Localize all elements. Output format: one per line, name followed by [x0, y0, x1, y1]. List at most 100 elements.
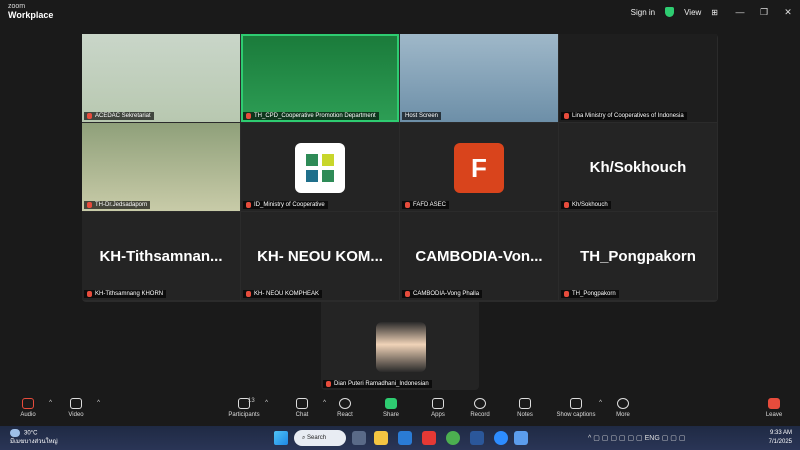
muted-mic-icon [87, 113, 92, 119]
notepad-icon[interactable] [514, 431, 528, 445]
muted-mic-icon [246, 113, 251, 119]
participant-tile[interactable]: Dian Puteri Ramadhani_Indonesian [321, 302, 479, 390]
participant-name-tag: ID_Ministry of Cooperative [243, 201, 328, 209]
participant-display-name: KH-Tithsamnan... [99, 248, 223, 265]
participant-tile[interactable]: Host Screen [400, 34, 558, 122]
meeting-stage: ACEDAC Sekretariat TH_CPD_Cooperative Pr… [0, 24, 800, 394]
participant-name-tag: TH-Dr.Jedsadaporn [84, 201, 151, 209]
apps-grid-icon [432, 398, 444, 409]
grid-icon[interactable]: ⊞ [711, 8, 718, 17]
notes-button[interactable]: Notes [503, 398, 547, 418]
audio-button[interactable]: Audio ^ [6, 398, 52, 418]
share-button[interactable]: Share [369, 398, 413, 418]
avatar-letter: F [454, 143, 504, 193]
participant-name-tag: TH_Pongpakorn [561, 290, 619, 298]
participant-display-name: CAMBODIA-Von... [415, 248, 543, 265]
chrome-icon[interactable] [446, 431, 460, 445]
zoom-app-icon[interactable] [494, 431, 508, 445]
participant-display-name: TH_Pongpakorn [580, 248, 696, 265]
participant-name-tag: KH-Tithsamnang KHORN [84, 290, 167, 298]
system-tray[interactable]: ^ ▢ ▢ ▢ ▢ ▢ ▢ ENG ▢ ▢ ▢ [588, 434, 685, 442]
participant-tile[interactable]: Lina Ministry of Cooperatives of Indones… [559, 34, 717, 122]
youtube-icon[interactable] [422, 431, 436, 445]
language-indicator[interactable]: ENG [645, 435, 660, 442]
word-icon[interactable] [470, 431, 484, 445]
close-icon[interactable]: ✕ [776, 7, 800, 18]
participant-name-tag: Lina Ministry of Cooperatives of Indones… [561, 112, 687, 120]
participant-photo [376, 322, 426, 372]
weather-cloud-icon [10, 429, 20, 437]
share-screen-icon [385, 398, 397, 409]
muted-mic-icon [405, 202, 410, 208]
more-dots-icon [617, 398, 629, 409]
participant-tile[interactable]: TH-Dr.Jedsadaporn [82, 123, 240, 211]
leave-button[interactable]: Leave [752, 398, 796, 418]
participant-tile-active-speaker[interactable]: TH_CPD_Cooperative Promotion Department [241, 34, 399, 122]
muted-microphone-icon [22, 398, 34, 409]
participant-name-tag: ACEDAC Sekretariat [84, 112, 154, 120]
restore-icon[interactable]: ❐ [752, 7, 776, 18]
participant-name-tag: FAFD ASEC [402, 201, 450, 209]
participant-tile[interactable]: F FAFD ASEC [400, 123, 558, 211]
muted-mic-icon [246, 202, 251, 208]
task-view-icon[interactable] [352, 431, 366, 445]
participant-name-tag: Host Screen [402, 112, 442, 120]
brand-line-2: Workplace [8, 10, 54, 20]
chevron-up-icon[interactable]: ^ [97, 400, 100, 406]
more-button[interactable]: More [601, 398, 645, 418]
chevron-up-icon[interactable]: ^ [265, 400, 268, 406]
participant-display-name: KH- NEOU KOM... [257, 248, 383, 265]
sign-in-button[interactable]: Sign in [631, 8, 655, 17]
taskbar-search[interactable]: ⌕ Search [294, 430, 346, 446]
organization-logo-icon [295, 143, 345, 193]
participant-tile[interactable]: TH_Pongpakorn TH_Pongpakorn [559, 212, 717, 300]
participant-tile[interactable]: ID_Ministry of Cooperative [241, 123, 399, 211]
participant-display-name: Kh/Sokhouch [589, 159, 687, 176]
start-button-icon[interactable] [274, 431, 288, 445]
muted-mic-icon [87, 202, 92, 208]
minimize-icon[interactable]: — [728, 7, 752, 17]
participants-button[interactable]: Participants 13 ^ [222, 398, 268, 418]
view-button[interactable]: View [684, 8, 701, 17]
muted-mic-icon [246, 291, 251, 297]
muted-mic-icon [326, 381, 331, 387]
video-button[interactable]: Video ^ [54, 398, 100, 418]
meeting-toolbar: Audio ^ Video ^ Participants 13 ^ Chat ^ Reac… [0, 394, 800, 426]
muted-mic-icon [87, 291, 92, 297]
zoom-logo: zoom Workplace [8, 3, 54, 20]
apps-button[interactable]: Apps [416, 398, 460, 418]
leave-icon [768, 398, 780, 409]
record-button[interactable]: Record [458, 398, 502, 418]
participant-tile[interactable]: KH-Tithsamnan... KH-Tithsamnang KHORN [82, 212, 240, 300]
file-explorer-icon[interactable] [374, 431, 388, 445]
chat-button[interactable]: Chat ^ [280, 398, 326, 418]
participant-name-tag: KH- NEOU KOMPHEAK [243, 290, 323, 298]
chevron-up-icon[interactable]: ^ [49, 400, 52, 406]
participant-name-tag: Dian Puteri Ramadhani_Indonesian [323, 380, 432, 388]
participant-name-tag: Kh/Sokhouch [561, 201, 611, 209]
chat-bubble-icon [296, 398, 308, 409]
cc-icon [570, 398, 582, 409]
notes-icon [519, 398, 531, 409]
captions-button[interactable]: Show captions ^ [552, 398, 602, 418]
participant-tile[interactable]: ACEDAC Sekretariat [82, 34, 240, 122]
camera-icon [70, 398, 82, 409]
react-button[interactable]: React [323, 398, 367, 418]
participant-name-tag: CAMBODIA-Vong Phalla [402, 290, 483, 298]
title-bar: zoom Workplace Sign in View ⊞ — ❐ ✕ [0, 0, 800, 24]
participant-tile[interactable]: KH- NEOU KOM... KH- NEOU KOMPHEAK [241, 212, 399, 300]
muted-mic-icon [405, 291, 410, 297]
heart-icon [339, 398, 351, 409]
muted-mic-icon [564, 202, 569, 208]
participants-count: 13 [248, 398, 255, 404]
participant-name-tag: TH_CPD_Cooperative Promotion Department [243, 112, 379, 120]
muted-mic-icon [564, 291, 569, 297]
store-icon[interactable] [398, 431, 412, 445]
weather-widget[interactable]: 30°C มีเมฆบางส่วนใหญ่ [10, 429, 58, 446]
participant-tile[interactable]: CAMBODIA-Von... CAMBODIA-Vong Phalla [400, 212, 558, 300]
gallery-grid: ACEDAC Sekretariat TH_CPD_Cooperative Pr… [82, 34, 718, 302]
clock[interactable]: 9:33 AM 7/1/2025 [769, 429, 792, 447]
security-shield-icon[interactable] [665, 7, 675, 17]
participant-tile[interactable]: Kh/Sokhouch Kh/Sokhouch [559, 123, 717, 211]
record-icon [474, 398, 486, 409]
